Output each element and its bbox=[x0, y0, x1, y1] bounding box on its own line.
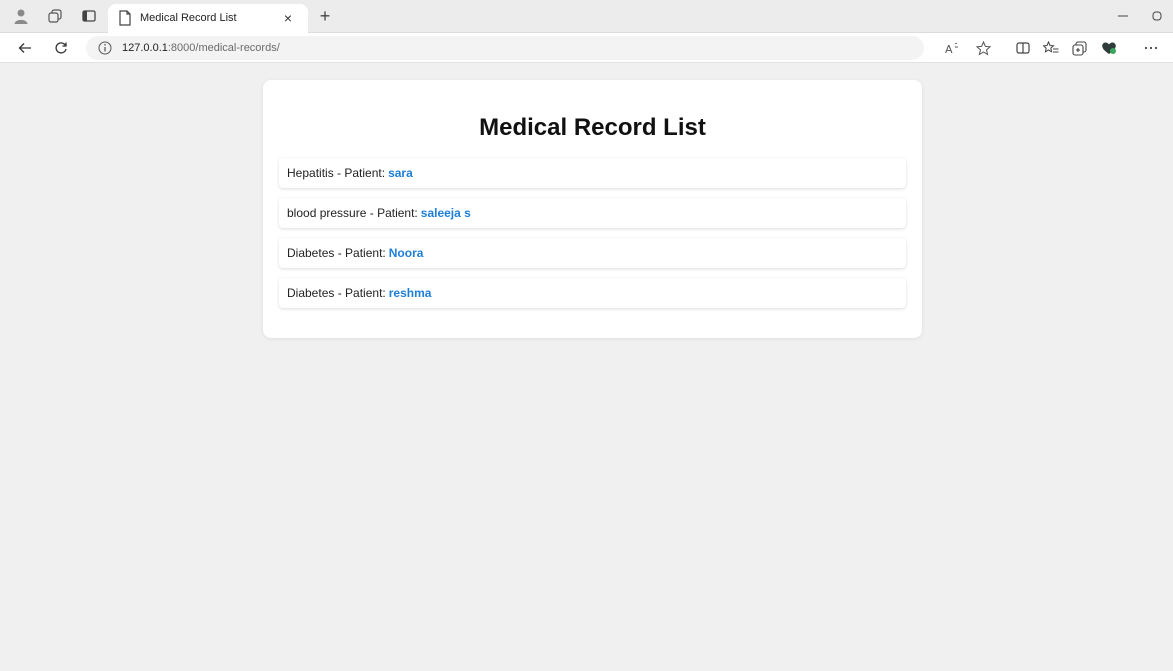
profile-icon[interactable] bbox=[12, 7, 30, 25]
favorites-icon[interactable] bbox=[1042, 39, 1060, 57]
record-item: Diabetes - Patient: Noora bbox=[279, 238, 906, 268]
browser-essentials-icon[interactable] bbox=[1100, 39, 1118, 57]
record-condition: Diabetes bbox=[287, 286, 335, 300]
patient-label: - Patient: bbox=[369, 206, 418, 220]
read-aloud-icon[interactable]: A bbox=[944, 39, 962, 57]
record-item: Hepatitis - Patient: sara bbox=[279, 158, 906, 188]
url-text: 127.0.0.1:8000/medical-records/ bbox=[122, 42, 280, 54]
tab-title: Medical Record List bbox=[140, 12, 237, 24]
url-input[interactable]: 127.0.0.1:8000/medical-records/ bbox=[86, 36, 924, 60]
patient-link[interactable]: reshma bbox=[389, 286, 432, 300]
tab-medical-record-list[interactable]: Medical Record List × bbox=[108, 4, 308, 33]
restore-icon[interactable] bbox=[1148, 7, 1166, 25]
browser-address-bar: 127.0.0.1:8000/medical-records/ A bbox=[0, 33, 1173, 63]
back-icon[interactable] bbox=[16, 39, 34, 57]
browser-tab-bar: Medical Record List × + bbox=[0, 0, 1173, 33]
site-info-icon[interactable] bbox=[98, 41, 112, 55]
url-host: 127.0.0.1 bbox=[122, 42, 168, 54]
record-condition: Diabetes bbox=[287, 246, 335, 260]
record-condition: Hepatitis bbox=[287, 166, 334, 180]
patient-label: - Patient: bbox=[337, 246, 386, 260]
patient-link[interactable]: saleeja s bbox=[421, 206, 471, 220]
record-item: Diabetes - Patient: reshma bbox=[279, 278, 906, 308]
svg-text:A: A bbox=[945, 43, 953, 54]
patient-label: - Patient: bbox=[337, 166, 386, 180]
close-tab-icon[interactable]: × bbox=[278, 8, 298, 28]
favorite-star-icon[interactable] bbox=[974, 39, 992, 57]
patient-label: - Patient: bbox=[337, 286, 386, 300]
collections-icon[interactable] bbox=[46, 7, 64, 25]
more-options-icon[interactable] bbox=[1142, 39, 1160, 57]
page-title: Medical Record List bbox=[479, 114, 706, 141]
page-icon bbox=[119, 10, 131, 26]
medical-record-card: Medical Record List Hepatitis - Patient:… bbox=[263, 80, 922, 338]
new-tab-icon[interactable]: + bbox=[316, 6, 334, 26]
minimize-icon[interactable] bbox=[1114, 7, 1132, 25]
url-path: :8000/medical-records/ bbox=[167, 42, 280, 54]
patient-link[interactable]: sara bbox=[388, 166, 413, 180]
collections-toolbar-icon[interactable] bbox=[1070, 39, 1088, 57]
record-condition: blood pressure bbox=[287, 206, 367, 220]
refresh-icon[interactable] bbox=[52, 39, 70, 57]
tab-actions-icon[interactable] bbox=[80, 7, 98, 25]
split-screen-icon[interactable] bbox=[1014, 39, 1032, 57]
patient-link[interactable]: Noora bbox=[389, 246, 424, 260]
record-item: blood pressure - Patient: saleeja s bbox=[279, 198, 906, 228]
